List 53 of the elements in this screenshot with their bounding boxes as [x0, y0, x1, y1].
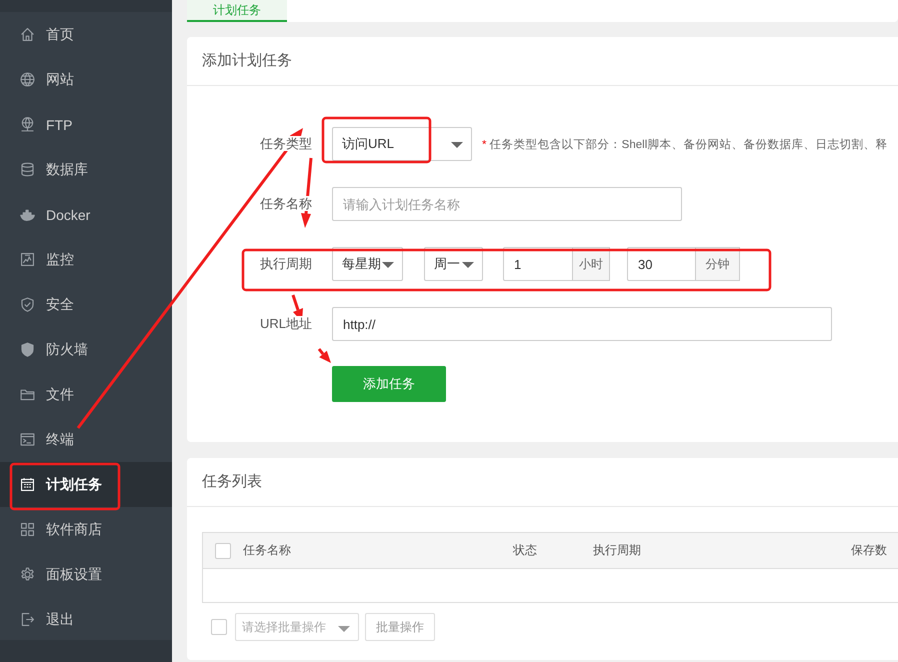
task-type-select[interactable]: 访问URL — [332, 127, 472, 161]
unit-label: 小时 — [573, 247, 610, 281]
caret-icon — [382, 262, 394, 268]
cycle-select[interactable]: 每星期 — [332, 247, 403, 281]
database-icon — [19, 161, 36, 178]
column-header: 执行周期 — [593, 542, 642, 559]
sidebar-item[interactable]: 计划任务 — [0, 462, 172, 507]
sidebar-item[interactable]: 首页 — [0, 12, 172, 57]
terminal-icon — [19, 431, 36, 448]
chart-icon — [19, 251, 36, 268]
home-icon — [19, 26, 36, 43]
checkbox[interactable] — [215, 542, 231, 558]
checkbox[interactable] — [211, 619, 227, 635]
sidebar-item[interactable]: 数据库 — [0, 147, 172, 192]
field-label: 任务名称 — [260, 196, 312, 211]
hour-input[interactable]: 1 — [503, 247, 573, 281]
sidebar-item[interactable]: 文件 — [0, 372, 172, 417]
sidebar-item[interactable]: 防火墙 — [0, 327, 172, 372]
globe-icon — [19, 71, 36, 88]
sidebar-item[interactable]: Docker — [0, 192, 172, 237]
sidebar-item[interactable]: 终端 — [0, 417, 172, 462]
caret-icon — [338, 626, 350, 632]
field-label: 执行周期 — [260, 256, 312, 271]
weekday-select[interactable]: 周一 — [424, 247, 483, 281]
grid-icon — [19, 521, 36, 538]
field-label: 任务类型 — [260, 136, 312, 151]
sidebar-item[interactable]: 安全 — [0, 282, 172, 327]
task-name-input[interactable]: 请输入计划任务名称 — [332, 187, 682, 221]
sidebar-item[interactable]: 软件商店 — [0, 507, 172, 552]
url-input[interactable]: http:// — [332, 307, 832, 341]
field-label: URL地址 — [260, 316, 312, 331]
sidebar-item[interactable]: 监控 — [0, 237, 172, 282]
shield-check-icon — [19, 296, 36, 313]
calendar-icon — [19, 476, 36, 493]
sidebar-item[interactable]: FTP — [0, 102, 172, 147]
caret-icon — [451, 142, 463, 148]
minute-input[interactable]: 30 — [627, 247, 696, 281]
caret-icon — [462, 262, 474, 268]
column-header: 保存数 — [851, 542, 887, 559]
unit-label: 分钟 — [696, 247, 740, 281]
card-title: 添加计划任务 — [187, 37, 898, 86]
annotation-arrow — [318, 348, 331, 363]
sidebar-item[interactable]: 面板设置 — [0, 552, 172, 597]
shield-icon — [19, 341, 36, 358]
sidebar-item[interactable]: 网站 — [0, 57, 172, 102]
sidebar-item[interactable]: 退出 — [0, 597, 172, 642]
hint-text: * 任务类型包含以下部分：Shell脚本、备份网站、备份数据库、日志切割、释 — [482, 137, 888, 152]
settings-icon — [19, 566, 36, 583]
card-title: 任务列表 — [187, 458, 898, 507]
logout-icon — [19, 611, 36, 628]
column-header: 任务名称 — [243, 542, 292, 559]
globe-icon — [19, 116, 36, 133]
column-header: 状态 — [513, 542, 538, 559]
